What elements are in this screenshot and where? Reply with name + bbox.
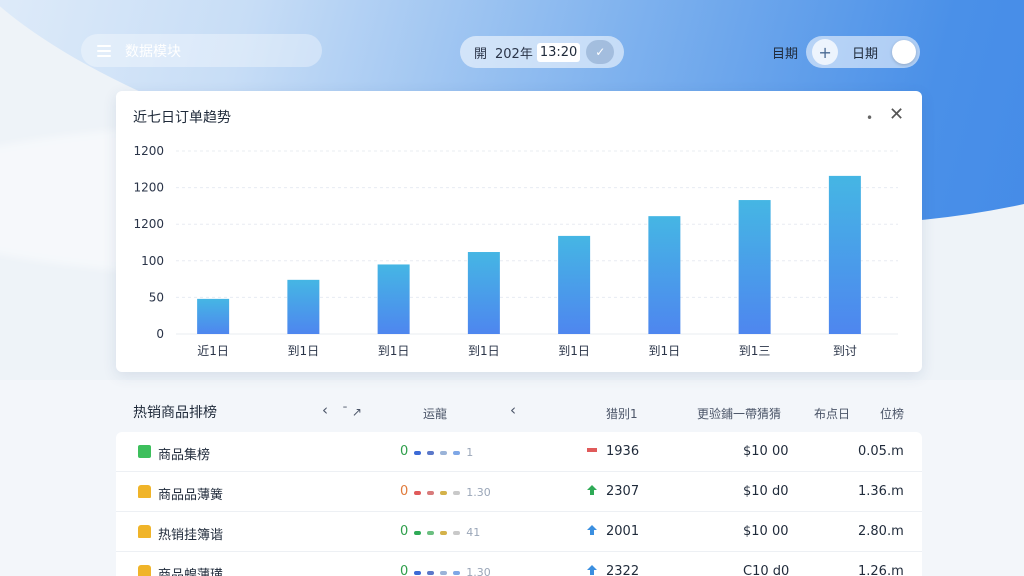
mini-zero: 0	[400, 564, 409, 576]
y-tick-label: 0	[156, 327, 164, 341]
chart-bar[interactable]	[377, 264, 410, 334]
sales-count: 2001	[606, 524, 640, 539]
datetime-year: 202年	[495, 46, 533, 62]
rank-value: 1.26.m	[858, 564, 904, 576]
search-bar[interactable]: 数据模块	[81, 34, 322, 67]
trend-icon	[586, 524, 598, 536]
nav-prev2-icon[interactable]: ‹	[510, 401, 516, 419]
trend-icon	[586, 484, 598, 496]
x-tick-label: 到1日	[288, 344, 320, 358]
mini-sparkline: 0 41	[400, 524, 481, 539]
row-crown-icon	[138, 565, 151, 576]
row-check-icon	[138, 445, 151, 458]
chart-bar[interactable]	[287, 279, 320, 334]
datetime-picker[interactable]: 開 202年 13:20 ✓	[460, 36, 624, 68]
table-row[interactable]: 商品集榜 0 1 1936 $10 00 0.05.m	[116, 432, 922, 472]
bar-chart: 1200 1200 1200 100 50 0 近1日 到1日 到1日 到1日 到1日 到1日 到1三 到…	[133, 144, 898, 358]
table-row[interactable]: 热销挂簿谐 0 41 2001 $10 00 2.80.m	[116, 512, 922, 552]
datetime-time-field[interactable]: 13:20	[536, 42, 581, 62]
search-placeholder: 数据模块	[125, 43, 181, 60]
right-controls: 目期 + 日期	[772, 36, 921, 68]
chart-bar[interactable]	[558, 235, 591, 334]
product-name: 商品蝗薄璜	[158, 568, 224, 576]
date-label: 日期	[852, 46, 879, 62]
mini-zero: 0	[400, 444, 409, 459]
sales-count: 2307	[606, 484, 640, 499]
mini-zero: 0	[400, 524, 409, 539]
chart-bar[interactable]	[467, 252, 500, 334]
col-header-2[interactable]: 猎别1	[606, 405, 638, 422]
x-tick-label: 到1日	[378, 344, 410, 358]
col-header-3[interactable]: 更验鋪一帶猜猜	[697, 405, 781, 422]
sales-count: 2322	[606, 564, 640, 576]
mini-value: 41	[466, 526, 481, 539]
row-crown-icon	[138, 485, 151, 498]
table-row[interactable]: 商品品薄簧 0 1.30 2307 $10 d0 1.36.m	[116, 472, 922, 512]
mini-sparkline: 0 1	[400, 444, 474, 459]
price: $10 00	[743, 444, 789, 459]
menu-icon[interactable]	[97, 44, 113, 57]
col-header-4[interactable]: 布点日	[814, 405, 850, 422]
plus-icon[interactable]: +	[812, 39, 839, 65]
check-icon[interactable]: ✓	[586, 40, 615, 64]
mini-zero: 0	[400, 484, 409, 499]
x-tick-label: 到1三	[739, 344, 771, 358]
mini-sparkline: 0 1.30	[400, 564, 491, 576]
mini-sparkline: 0 1.30	[400, 484, 491, 499]
chart-bar[interactable]	[197, 298, 230, 334]
sales-count: 1936	[606, 444, 640, 459]
y-tick-label: 100	[141, 254, 164, 268]
date-toggle-switch[interactable]	[892, 40, 917, 64]
mini-value: 1.30	[466, 566, 491, 576]
trend-icon	[586, 564, 598, 576]
nav-mid-icon[interactable]: ˉ ↗	[342, 405, 362, 419]
x-tick-label: 到1日	[468, 344, 500, 358]
order-trend-card: 近七日订单趋势 • ✕ 1200 1200 1200 100 50 0 近1日 到1日 到1日到…	[116, 91, 922, 372]
x-tick-label: 到1日	[558, 344, 590, 358]
datetime-prefix: 開	[474, 46, 488, 62]
y-tick-label: 1200	[133, 181, 164, 195]
price: $10 d0	[743, 484, 789, 499]
product-name: 热销挂簿谐	[158, 528, 224, 543]
price: C10 d0	[743, 564, 790, 576]
trend-icon	[586, 444, 598, 456]
x-tick-label: 到1日	[649, 344, 681, 358]
product-name: 商品品薄簧	[158, 488, 224, 503]
hot-products-table: 商品集榜 0 1 1936 $10 00 0.05.m 商品品薄簧 0 1.30…	[116, 432, 922, 576]
x-tick-label: 近1日	[197, 344, 229, 358]
x-tick-label: 到讨	[833, 344, 857, 358]
section-title: 热销商品排榜	[133, 405, 217, 421]
rank-value: 0.05.m	[858, 444, 904, 459]
chart-bar[interactable]	[648, 216, 681, 334]
nav-prev-icon[interactable]: ‹	[322, 401, 328, 419]
product-name: 商品集榜	[158, 448, 211, 463]
chart-bar[interactable]	[738, 200, 771, 334]
mini-value: 1	[466, 446, 474, 459]
col-header-5[interactable]: 位榜	[880, 405, 904, 422]
date-toggle-pill[interactable]: + 日期	[806, 36, 921, 68]
rank-value: 1.36.m	[858, 484, 904, 499]
y-tick-label: 1200	[133, 144, 164, 158]
y-tick-label: 1200	[133, 217, 164, 231]
row-crown-icon	[138, 525, 151, 538]
col-header-1[interactable]: 运龍	[423, 405, 447, 422]
mini-value: 1.30	[466, 486, 491, 499]
price: $10 00	[743, 524, 789, 539]
rank-value: 2.80.m	[858, 524, 904, 539]
table-row[interactable]: 商品蝗薄璜 0 1.30 2322 C10 d0 1.26.m	[116, 552, 922, 576]
period-label: 目期	[772, 46, 799, 62]
y-tick-label: 50	[149, 290, 164, 304]
chart-bar[interactable]	[828, 175, 861, 334]
